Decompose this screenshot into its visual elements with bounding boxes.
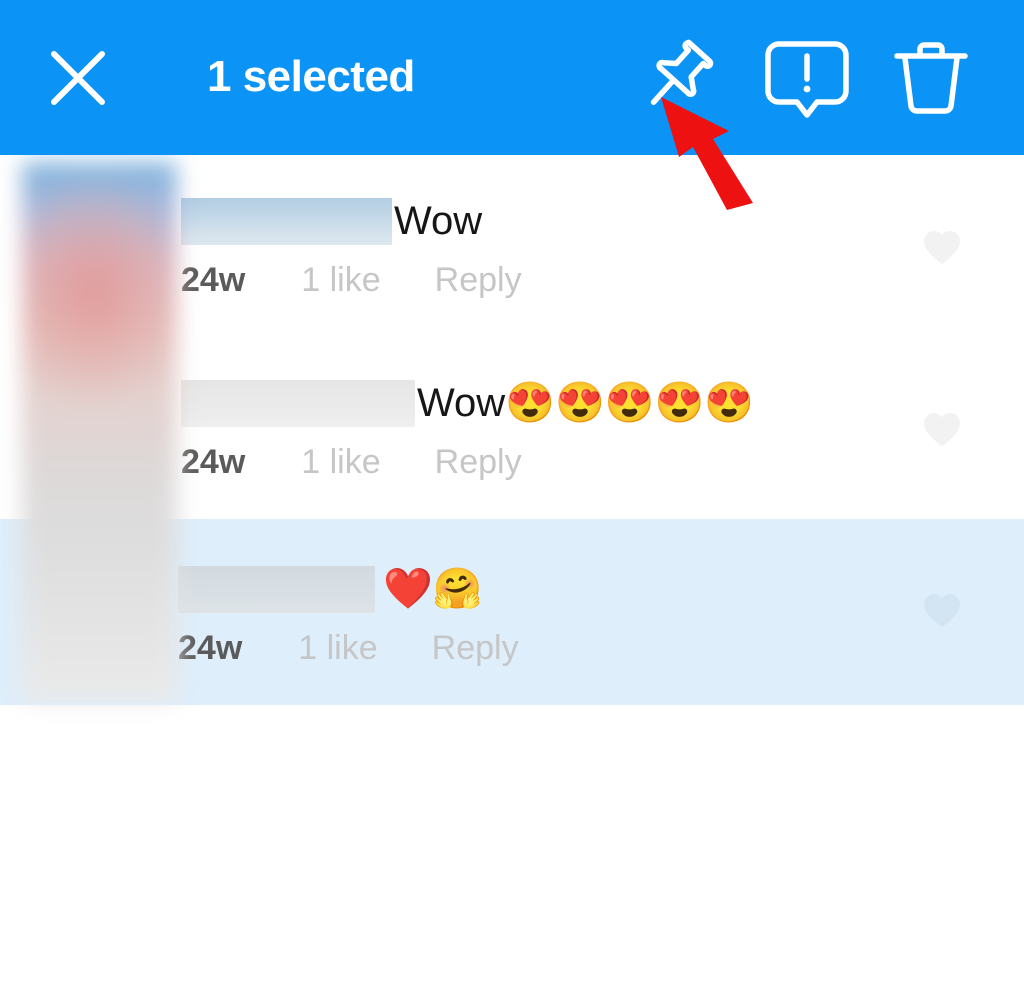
- comment-moderation-screen: 1 selected Wow 24w 1 like Reply Wow 😍😍😍😍…: [0, 0, 1024, 987]
- comment-like-count[interactable]: 1 like: [298, 629, 377, 668]
- action-bar-buttons: [630, 0, 1024, 155]
- comment-content-line: Wow 😍😍😍😍😍: [181, 378, 754, 428]
- report-comment-button[interactable]: [758, 28, 856, 128]
- trash-can-icon: [894, 41, 968, 114]
- comment-emoji: ❤️🤗: [383, 567, 483, 611]
- like-comment-button[interactable]: [922, 410, 962, 450]
- comment-emoji: 😍😍😍😍😍: [505, 381, 755, 425]
- comment-meta-line: 24w 1 like Reply: [181, 443, 754, 482]
- comment-reply-button[interactable]: Reply: [435, 261, 522, 300]
- redacted-username-bar: [178, 565, 375, 613]
- pin-comment-button[interactable]: [630, 28, 728, 128]
- like-comment-button[interactable]: [922, 591, 962, 631]
- comment-reply-button[interactable]: Reply: [435, 443, 522, 482]
- comment-age: 24w: [181, 443, 246, 481]
- report-speech-bubble-exclamation-icon: [765, 40, 849, 118]
- redacted-username-bar: [181, 197, 392, 245]
- heart-outline-icon: [924, 413, 960, 446]
- blurred-avatar-column: [22, 162, 177, 702]
- comment-age: 24w: [181, 261, 246, 299]
- comment-reply-button[interactable]: Reply: [432, 629, 519, 668]
- close-selection-button[interactable]: [45, 46, 111, 110]
- comment-like-count[interactable]: 1 like: [301, 261, 380, 300]
- redacted-username-bar: [181, 379, 415, 427]
- delete-comment-button[interactable]: [882, 28, 980, 128]
- comment-age: 24w: [178, 629, 243, 667]
- pushpin-icon: [650, 39, 714, 105]
- comment-content-line: ❤️🤗: [178, 564, 519, 614]
- heart-outline-icon: [924, 231, 960, 264]
- close-x-icon: [51, 51, 105, 105]
- comment-meta-line: 24w 1 like Reply: [178, 629, 519, 668]
- comment-meta-line: 24w 1 like Reply: [181, 261, 522, 300]
- heart-outline-icon: [924, 594, 960, 627]
- comment-content-line: Wow: [181, 196, 522, 246]
- comment-text: Wow: [417, 381, 506, 425]
- comment-list: Wow 24w 1 like Reply Wow 😍😍😍😍😍 24w 1 lik…: [0, 155, 1024, 705]
- comment-text: Wow: [394, 199, 483, 243]
- like-comment-button[interactable]: [922, 228, 962, 268]
- comment-like-count[interactable]: 1 like: [301, 443, 380, 482]
- selected-count-title: 1 selected: [207, 52, 415, 101]
- selection-action-bar: 1 selected: [0, 0, 1024, 155]
